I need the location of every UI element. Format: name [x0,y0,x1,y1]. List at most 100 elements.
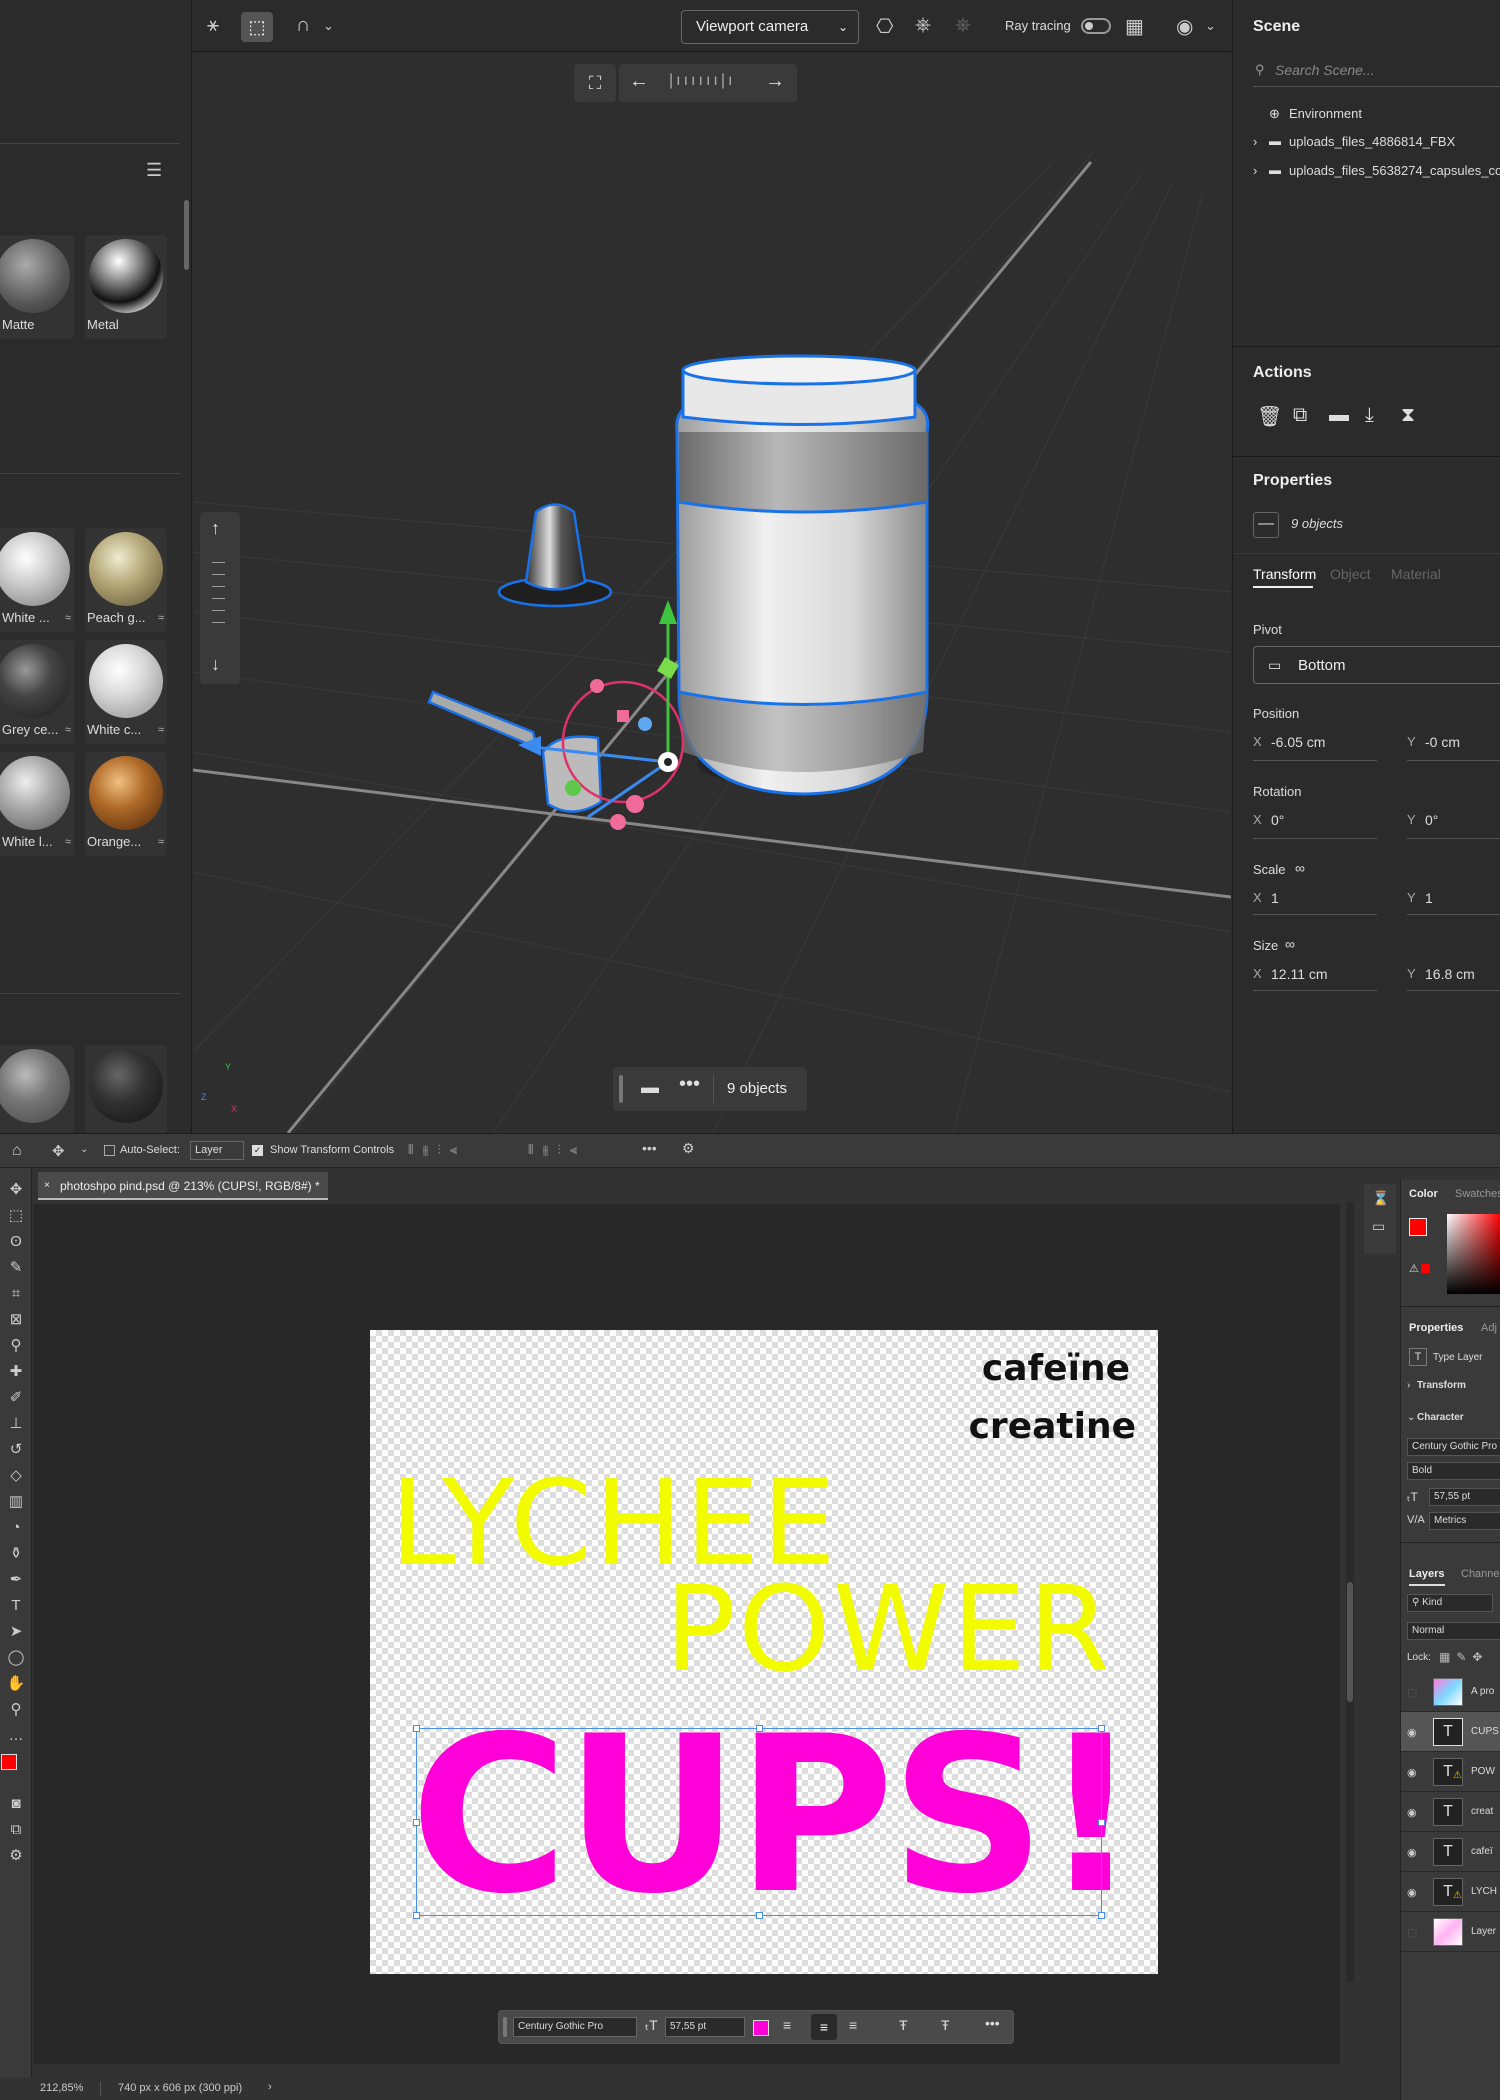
layer-row[interactable]: ▢ Layer [1401,1912,1500,1952]
crop-tool-icon[interactable]: ⌗ [4,1282,28,1306]
chevron-down-icon[interactable]: ⌄ [1407,1412,1415,1423]
align-left-icon[interactable]: ≡ [783,2017,791,2033]
scene-item-capsules[interactable]: uploads_files_5638274_capsules_co [1289,163,1500,178]
zoom-tool-icon[interactable]: ⚲ [4,1698,28,1722]
lasso-tool-icon[interactable]: ʘ [4,1230,28,1254]
foreground-color-swatch[interactable] [1409,1218,1427,1236]
eyedropper-icon[interactable]: ⚲ [4,1334,28,1358]
adjust-icon[interactable]: ≈ [158,836,164,848]
eye-icon[interactable]: ◉ [1407,1846,1417,1859]
material-tile[interactable]: White l... ≈ [0,752,74,856]
text-options-icon[interactable]: Ŧ [941,2017,950,2033]
align-center-icon[interactable]: ≡ [811,2014,837,2040]
arrow-right-icon[interactable]: → [765,70,785,93]
font-style-field[interactable]: Bold [1407,1462,1500,1480]
quick-select-icon[interactable]: ✎ [4,1256,28,1280]
text-creatine[interactable]: creatine [969,1406,1136,1447]
scene-item-environment[interactable]: Environment [1289,106,1362,121]
group-folder-icon[interactable]: ▬ [1329,404,1349,427]
transform-handle[interactable] [1098,1819,1105,1826]
folder-icon[interactable]: ▬ [641,1077,659,1098]
position-y-field[interactable]: -0 cm [1425,734,1460,750]
drag-handle[interactable] [619,1075,623,1103]
pivot-select[interactable]: ▭ Bottom [1253,646,1500,684]
eye-icon[interactable]: ◉ [1176,14,1193,39]
rotation-x-field[interactable]: 0° [1271,812,1284,828]
camera-height-control[interactable]: ↑ — — — — — — ↓ [200,512,240,684]
document-tab[interactable]: × photoshpo pind.psd @ 213% (CUPS!, RGB/8… [38,1172,328,1200]
layer-row[interactable]: ◉ T ⚠ POW [1401,1752,1500,1792]
mirror-icon[interactable]: ⧗ [1401,404,1415,427]
canvas-scrollbar[interactable] [1346,1202,1354,1982]
frame-selection-icon[interactable]: ⛶ [574,64,616,102]
artboard[interactable]: cafeïne creatine LYCHEE POWER CUPS! [370,1330,1158,1974]
layer-row[interactable]: ▢ A pro [1401,1672,1500,1712]
foreground-color-swatch[interactable] [1,1754,17,1770]
trash-icon[interactable]: 🗑 [1257,404,1282,429]
pen-tool-icon[interactable]: ✒ [4,1568,28,1592]
tab-transform[interactable]: Transform [1253,566,1316,582]
history-brush-icon[interactable]: ↺ [4,1438,28,1462]
material-tile[interactable] [0,1045,74,1133]
gamut-swatch[interactable] [1421,1264,1430,1273]
link-icon[interactable]: ∞ [1295,860,1305,876]
adjust-icon[interactable]: ≈ [158,612,164,624]
chevron-down-icon[interactable]: ⌄ [80,1144,88,1155]
arrow-down-icon[interactable]: ↓ [211,654,220,675]
transform-handle[interactable] [413,1725,420,1732]
kerning-field[interactable]: Metrics [1429,1512,1500,1530]
healing-brush-icon[interactable]: ✚ [4,1360,28,1384]
camera-move-icon[interactable]: ⎈ [915,14,931,37]
size-y-field[interactable]: 16.8 cm [1425,966,1475,982]
home-icon[interactable]: ⌂ [12,1142,22,1160]
tab-swatches[interactable]: Swatches [1455,1188,1500,1200]
close-icon[interactable]: × [44,1172,50,1200]
tab-color[interactable]: Color [1409,1188,1438,1200]
material-tile[interactable]: Metal [85,235,167,339]
height-slider[interactable]: — — — — — — [212,555,225,628]
link-icon[interactable]: ∞ [1285,936,1295,952]
stamp-tool-icon[interactable]: ⊥ [4,1412,28,1436]
eye-icon[interactable]: ◉ [1407,1806,1417,1819]
adjust-icon[interactable]: ≈ [65,836,71,848]
camera-dolly-control[interactable]: ← |ıııııı|ı → [619,64,797,102]
blend-mode-dropdown[interactable]: Normal [1407,1622,1500,1640]
shape-tool-icon[interactable]: ◯ [4,1646,28,1670]
camera-icon[interactable]: ⎔ [876,14,893,39]
size-x-field[interactable]: 12.11 cm [1271,966,1328,982]
arrow-up-icon[interactable]: ↑ [211,518,220,539]
align-icons[interactable]: ⫴⫵⫶⫷ [408,1142,466,1158]
transform-handle[interactable] [1098,1725,1105,1732]
layer-row[interactable]: ◉ T ⚠ LYCH [1401,1872,1500,1912]
path-select-icon[interactable]: ➤ [4,1620,28,1644]
transform-handle[interactable] [756,1725,763,1732]
more-icon[interactable]: ••• [642,1140,657,1156]
align-right-icon[interactable]: ≡ [849,2017,857,2033]
adjust-icon[interactable]: ≈ [65,612,71,624]
adjust-icon[interactable]: ≈ [65,724,71,736]
character-section[interactable]: Character [1417,1412,1464,1423]
layer-row[interactable]: ◉ T cafeï [1401,1832,1500,1872]
gear-icon[interactable]: ⚙ [682,1140,695,1157]
material-tile[interactable] [85,1045,167,1133]
warp-text-icon[interactable]: Ŧ [899,2017,908,2033]
drag-handle[interactable] [503,2017,507,2037]
move-tool-icon[interactable]: ✥ [4,1178,28,1202]
gradient-icon[interactable]: ▥ [4,1490,28,1514]
quick-mask-icon[interactable]: ◙ [4,1792,28,1816]
font-size-field[interactable]: 57,55 pt [1429,1488,1500,1506]
duplicate-icon[interactable]: ⧉ [1293,404,1307,427]
scene-graph-icon[interactable]: ⚹ [207,14,219,37]
more-tools-icon[interactable]: … [4,1724,28,1748]
font-family-field[interactable]: Century Gothic Pro [1407,1438,1500,1456]
distribute-icons[interactable]: ⫴⫵⫶⫷ [528,1142,586,1158]
text-color-swatch[interactable] [753,2020,769,2036]
layer-filter-dropdown[interactable]: ⚲ Kind [1407,1594,1493,1612]
select-tool-icon[interactable]: ⬚ [241,12,273,42]
eye-icon[interactable]: ◉ [1407,1886,1417,1899]
marquee-tool-icon[interactable]: ⬚ [4,1204,28,1228]
tab-channels[interactable]: Channe [1461,1568,1500,1580]
edit-toolbar-icon[interactable]: ⚙ [4,1844,28,1868]
material-tile[interactable]: Orange... ≈ [85,752,167,856]
chevron-right-icon[interactable]: › [1253,134,1257,149]
